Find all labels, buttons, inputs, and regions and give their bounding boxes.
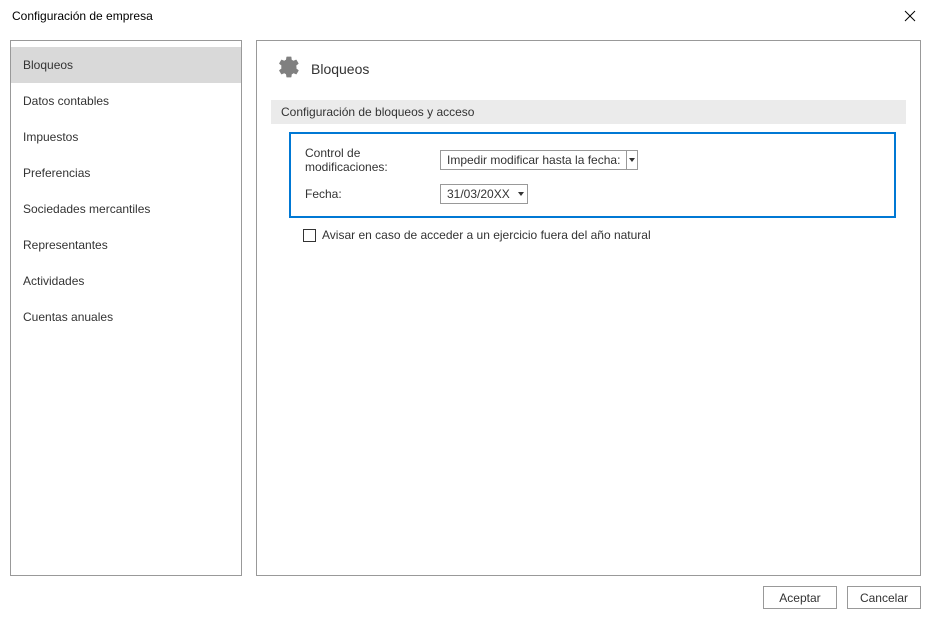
sidebar-item-actividades[interactable]: Actividades: [11, 263, 241, 299]
fecha-datepicker[interactable]: 31/03/20XX: [440, 184, 528, 204]
sidebar-item-datos-contables[interactable]: Datos contables: [11, 83, 241, 119]
titlebar: Configuración de empresa: [0, 0, 931, 32]
button-label: Aceptar: [779, 591, 820, 605]
control-modificaciones-combo[interactable]: Impedir modificar hasta la fecha:: [440, 150, 638, 170]
sidebar-item-representantes[interactable]: Representantes: [11, 227, 241, 263]
sidebar-item-label: Sociedades mercantiles: [23, 202, 150, 216]
chevron-down-icon[interactable]: [626, 151, 637, 169]
sidebar-item-label: Actividades: [23, 274, 84, 288]
sidebar-item-sociedades-mercantiles[interactable]: Sociedades mercantiles: [11, 191, 241, 227]
close-button[interactable]: [901, 7, 919, 25]
sidebar-item-cuentas-anuales[interactable]: Cuentas anuales: [11, 299, 241, 335]
main-header: Bloqueos: [271, 55, 906, 82]
sidebar-item-label: Preferencias: [23, 166, 90, 180]
date-label: Fecha:: [305, 187, 440, 201]
highlight-frame: Control de modificaciones: Impedir modif…: [289, 132, 896, 218]
control-row: Control de modificaciones: Impedir modif…: [305, 146, 880, 174]
avisar-checkbox[interactable]: [303, 229, 316, 242]
chevron-down-icon[interactable]: [516, 185, 527, 203]
date-row: Fecha: 31/03/20XX: [305, 184, 880, 204]
sidebar-item-label: Bloqueos: [23, 58, 73, 72]
sidebar-item-impuestos[interactable]: Impuestos: [11, 119, 241, 155]
sidebar-item-label: Cuentas anuales: [23, 310, 113, 324]
combo-value: Impedir modificar hasta la fecha:: [441, 153, 626, 167]
dialog-window: Configuración de empresa Bloqueos Datos …: [0, 0, 931, 619]
dialog-footer: Aceptar Cancelar: [0, 576, 931, 619]
sidebar-item-label: Datos contables: [23, 94, 109, 108]
window-title: Configuración de empresa: [12, 9, 153, 23]
control-label: Control de modificaciones:: [305, 146, 440, 174]
dialog-body: Bloqueos Datos contables Impuestos Prefe…: [0, 32, 931, 576]
gear-icon: [275, 55, 299, 82]
date-value: 31/03/20XX: [441, 187, 516, 201]
cancel-button[interactable]: Cancelar: [847, 586, 921, 609]
section-header: Configuración de bloqueos y acceso: [271, 100, 906, 124]
checkbox-label: Avisar en caso de acceder a un ejercicio…: [322, 228, 651, 242]
sidebar-item-bloqueos[interactable]: Bloqueos: [11, 47, 241, 83]
main-panel: Bloqueos Configuración de bloqueos y acc…: [256, 40, 921, 576]
sidebar-item-label: Impuestos: [23, 130, 78, 144]
sidebar-item-label: Representantes: [23, 238, 108, 252]
checkbox-row: Avisar en caso de acceder a un ejercicio…: [303, 228, 906, 242]
sidebar: Bloqueos Datos contables Impuestos Prefe…: [10, 40, 242, 576]
panel-title: Bloqueos: [311, 61, 369, 77]
accept-button[interactable]: Aceptar: [763, 586, 837, 609]
button-label: Cancelar: [860, 591, 908, 605]
sidebar-item-preferencias[interactable]: Preferencias: [11, 155, 241, 191]
